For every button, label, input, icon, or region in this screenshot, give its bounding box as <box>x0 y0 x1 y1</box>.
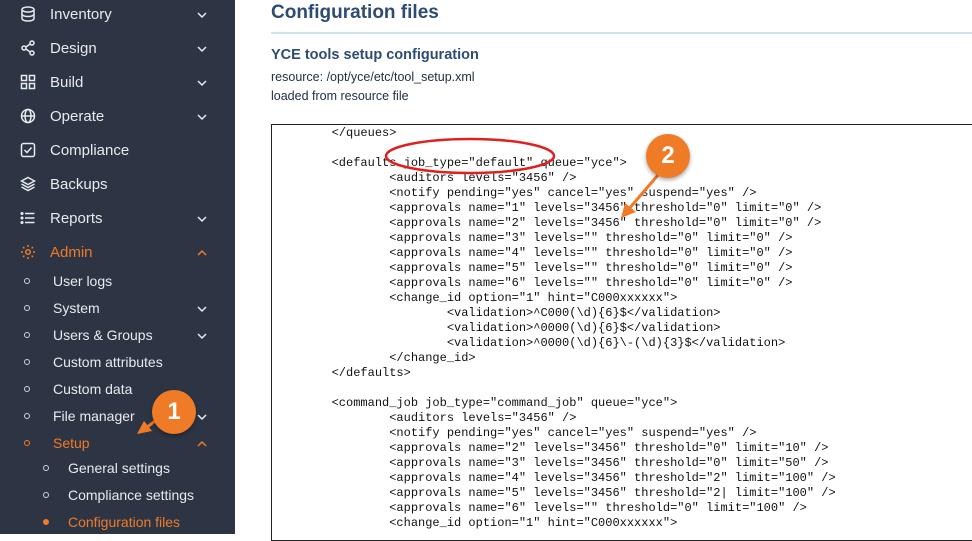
sidebar-item-backups[interactable]: Backups <box>0 167 235 201</box>
annotation-badge-1: 1 <box>152 390 196 434</box>
annotation-badge-2: 2 <box>646 134 690 178</box>
sidebar-item-label: Compliance settings <box>68 486 195 503</box>
bullet-icon <box>43 491 49 498</box>
sidebar-item-user-logs[interactable]: User logs <box>0 267 235 294</box>
layers-icon <box>20 176 36 192</box>
sidebar-item-admin[interactable]: Admin <box>0 235 235 269</box>
sidebar-item-label: Users & Groups <box>53 326 153 343</box>
sidebar-item-label: Inventory <box>50 5 112 23</box>
sidebar-item-compliance[interactable]: Compliance <box>0 133 235 167</box>
bullet-icon <box>24 358 30 365</box>
sidebar-item-label: Operate <box>50 107 105 125</box>
sidebar-item-custom-data[interactable]: Custom data <box>0 375 235 402</box>
chevron-down-icon <box>196 329 208 341</box>
sidebar-item-label: Design <box>50 39 97 57</box>
sidebar-item-label: Custom data <box>53 380 133 397</box>
chevron-down-icon <box>196 212 208 224</box>
chevron-down-icon <box>196 8 208 20</box>
load-source: loaded from resource file <box>271 89 409 103</box>
chevron-down-icon <box>196 110 208 122</box>
sidebar-item-configuration-files[interactable]: Configuration files <box>0 508 235 535</box>
bullet-icon <box>24 412 30 419</box>
sidebar-item-label: Backups <box>50 175 108 193</box>
chevron-down-icon <box>196 302 208 314</box>
bullet-icon <box>24 304 30 311</box>
chevron-down-icon <box>196 76 208 88</box>
grid-icon <box>20 74 36 90</box>
database-icon <box>20 6 36 22</box>
bullet-icon <box>43 464 49 471</box>
sidebar-item-file-manager[interactable]: File manager <box>0 402 235 429</box>
bullet-icon <box>24 385 30 392</box>
sidebar-item-inventory[interactable]: Inventory <box>0 0 235 31</box>
sidebar-item-general-settings[interactable]: General settings <box>0 454 235 481</box>
gear-icon <box>20 244 36 260</box>
section-title: YCE tools setup configuration <box>271 47 479 63</box>
sidebar-item-custom-attributes[interactable]: Custom attributes <box>0 348 235 375</box>
globe-icon <box>20 108 36 124</box>
sidebar-item-build[interactable]: Build <box>0 65 235 99</box>
chevron-up-icon <box>196 437 208 449</box>
page-title: Configuration files <box>271 2 439 23</box>
sidebar-item-label: File manager <box>53 407 135 424</box>
bullet-icon <box>43 518 49 525</box>
sidebar-item-label: Reports <box>50 209 103 227</box>
sidebar-item-label: Admin <box>50 243 93 261</box>
main-content: Configuration files YCE tools setup conf… <box>235 0 972 541</box>
sidebar-item-reports[interactable]: Reports <box>0 201 235 235</box>
sidebar-item-label: Setup <box>53 434 90 451</box>
sidebar-item-label: Compliance <box>50 141 130 159</box>
resource-path: resource: /opt/yce/etc/tool_setup.xml <box>271 70 475 84</box>
share-icon <box>20 40 36 56</box>
bullet-icon <box>24 331 30 338</box>
sidebar-item-users-groups[interactable]: Users & Groups <box>0 321 235 348</box>
title-divider <box>271 32 972 34</box>
sidebar-item-label: User logs <box>53 272 113 289</box>
sidebar-item-setup[interactable]: Setup <box>0 429 235 456</box>
sidebar-item-system[interactable]: System <box>0 294 235 321</box>
config-editor[interactable]: </queues> <defaults job_type="default" q… <box>271 124 972 541</box>
sidebar-item-label: Build <box>50 73 84 91</box>
chevron-up-icon <box>196 246 208 258</box>
sidebar-item-label: Custom attributes <box>53 353 163 370</box>
bullet-icon <box>24 439 30 446</box>
checkbox-icon <box>20 142 36 158</box>
list-icon <box>20 210 36 226</box>
sidebar-item-label: General settings <box>68 459 170 476</box>
sidebar-item-operate[interactable]: Operate <box>0 99 235 133</box>
sidebar-item-label: Configuration files <box>68 513 181 530</box>
bullet-icon <box>24 277 30 284</box>
sidebar: Inventory Design Build Operate Complianc… <box>0 0 235 534</box>
chevron-down-icon <box>196 410 208 422</box>
chevron-down-icon <box>196 42 208 54</box>
sidebar-item-compliance-settings[interactable]: Compliance settings <box>0 481 235 508</box>
sidebar-item-label: System <box>53 299 100 316</box>
sidebar-item-design[interactable]: Design <box>0 31 235 65</box>
config-code[interactable]: </queues> <defaults job_type="default" q… <box>274 126 836 531</box>
